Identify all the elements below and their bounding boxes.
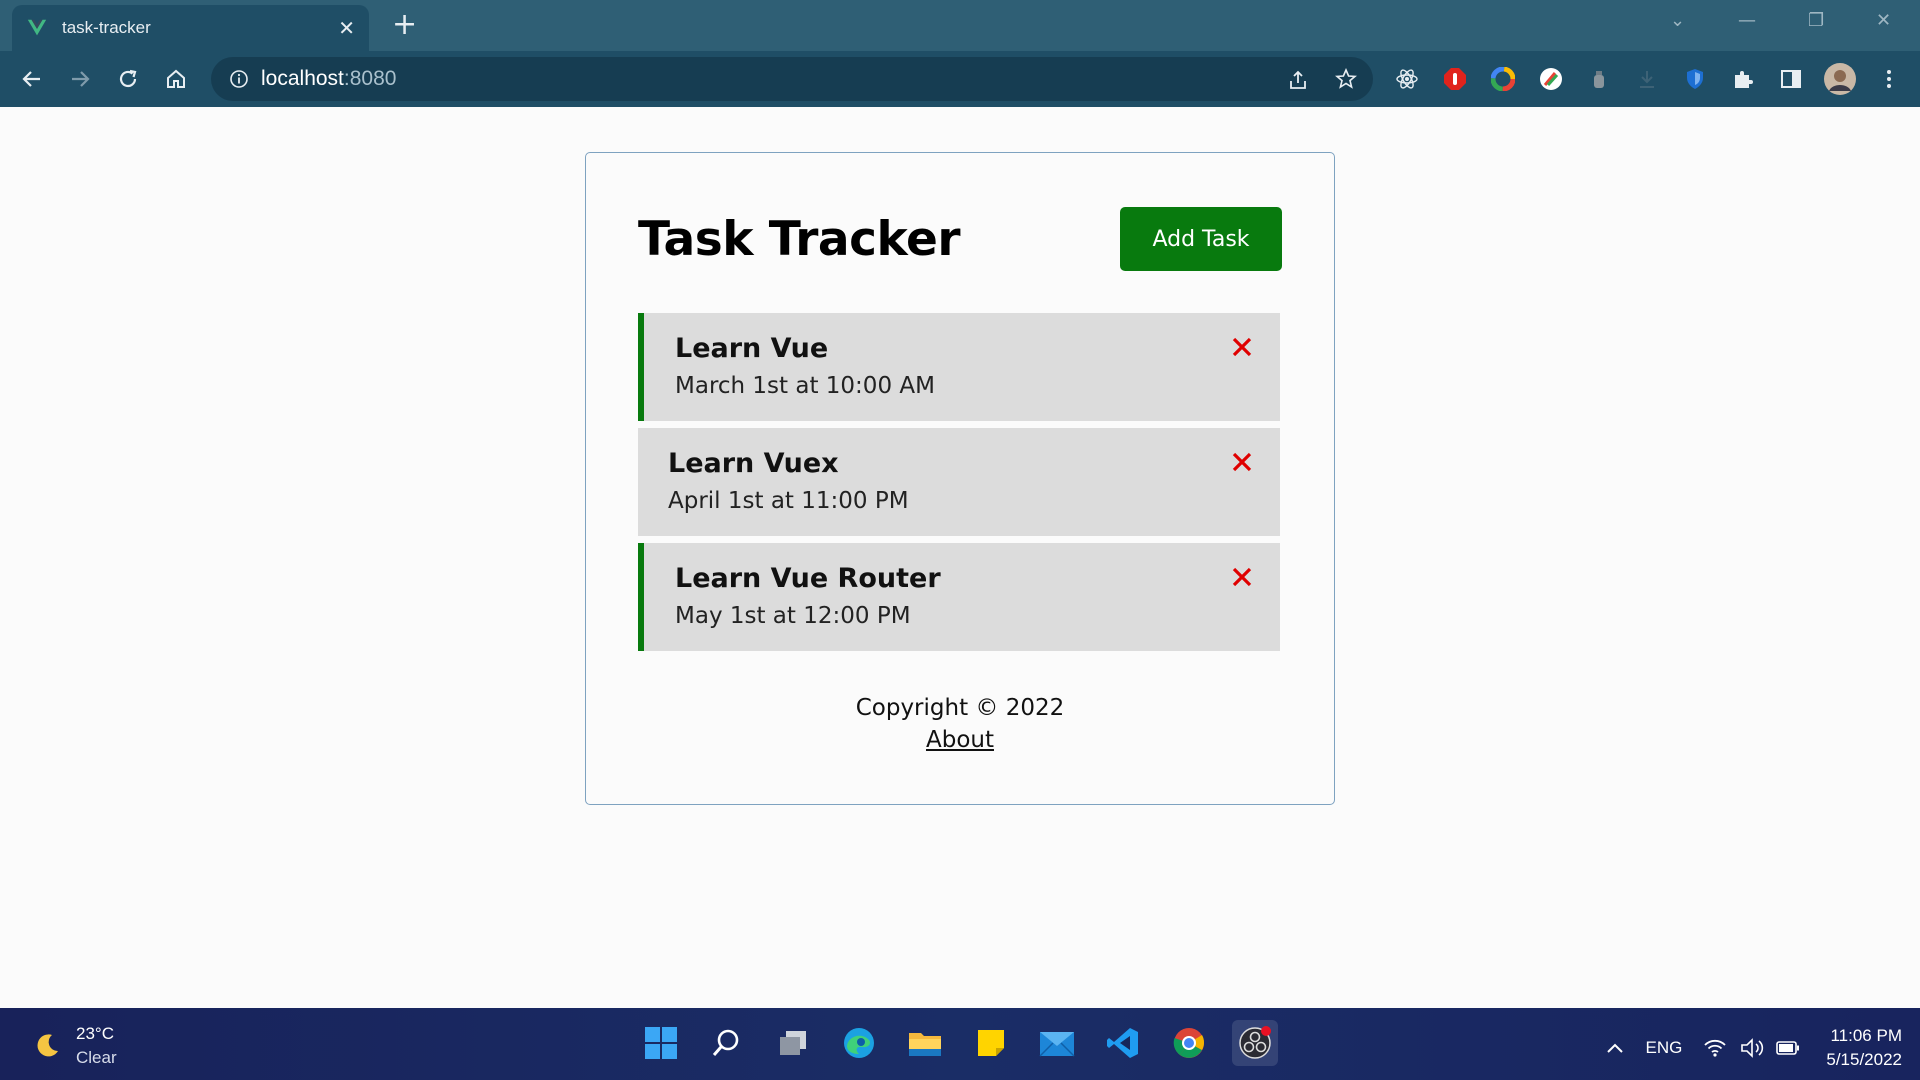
side-panel-icon[interactable] [1778,66,1804,92]
address-bar[interactable]: localhost:8080 [211,57,1373,101]
home-icon[interactable] [162,65,190,93]
reload-icon[interactable] [114,65,142,93]
add-task-button[interactable]: Add Task [1120,207,1282,271]
task-day: March 1st at 10:00 AM [675,373,935,399]
react-devtools-icon[interactable] [1394,66,1420,92]
sticky-notes-icon[interactable] [968,1020,1014,1066]
windows-start-icon[interactable] [638,1020,684,1066]
windows-taskbar: 23°C Clear ENG 11:06 PM 5/15/2022 [0,1008,1920,1080]
vue-logo-icon [27,19,47,36]
pen-extension-icon[interactable] [1538,66,1564,92]
search-icon[interactable] [704,1020,750,1066]
adblock-icon[interactable] [1442,66,1468,92]
task-text: Learn Vue [675,333,829,364]
about-link[interactable]: About [926,727,994,753]
task-view-icon[interactable] [770,1020,816,1066]
minimize-icon[interactable]: — [1738,10,1756,31]
edge-browser-icon[interactable] [836,1020,882,1066]
task-day: April 1st at 11:00 PM [668,488,909,514]
task-tracker-container: Task Tracker Add Task Learn Vue March 1s… [585,152,1335,805]
back-icon[interactable] [18,65,46,93]
browser-menu-icon[interactable] [1876,66,1902,92]
taskbar-clock[interactable]: 11:06 PM 5/15/2022 [1826,1024,1902,1072]
copyright-text: Copyright © 2022 [855,695,1065,721]
bottle-extension-icon[interactable] [1586,66,1612,92]
taskbar-apps [638,1020,1278,1066]
shield-icon[interactable] [1682,66,1708,92]
app-header: Task Tracker Add Task [638,207,1282,271]
clock-date: 5/15/2022 [1826,1050,1902,1069]
task-item[interactable]: Learn Vue March 1st at 10:00 AM [638,313,1280,421]
task-text: Learn Vuex [668,448,839,479]
wifi-icon[interactable] [1704,1039,1727,1057]
weather-temp: 23°C [76,1024,114,1043]
vscode-icon[interactable] [1100,1020,1146,1066]
browser-tabstrip: task-tracker ✕ + ⌄ — ❐ ✕ [0,0,1920,51]
tab-close-icon[interactable]: ✕ [338,18,355,38]
battery-icon[interactable] [1776,1041,1800,1055]
profile-avatar[interactable] [1824,63,1856,95]
bookmark-star-icon[interactable] [1335,68,1357,90]
restore-icon[interactable]: ❐ [1808,10,1824,31]
task-item[interactable]: Learn Vuex April 1st at 11:00 PM [638,428,1280,536]
language-indicator[interactable]: ENG [1646,1038,1683,1058]
weather-desc: Clear [76,1048,117,1067]
new-tab-icon[interactable]: + [392,10,417,40]
file-explorer-icon[interactable] [902,1020,948,1066]
obs-recorder-icon[interactable] [1232,1020,1278,1066]
volume-icon[interactable] [1740,1038,1764,1058]
task-item[interactable]: Learn Vue Router May 1st at 12:00 PM [638,543,1280,651]
task-text: Learn Vue Router [675,563,941,594]
share-icon[interactable] [1287,69,1309,91]
browser-toolbar: localhost:8080 [0,51,1920,107]
extensions-puzzle-icon[interactable] [1730,66,1756,92]
forward-icon[interactable] [66,65,94,93]
system-tray: ENG 11:06 PM 5/15/2022 [1606,1024,1902,1072]
download-extension-icon[interactable] [1634,66,1660,92]
site-info-icon[interactable] [229,69,249,89]
url-text: localhost:8080 [261,67,397,90]
task-day: May 1st at 12:00 PM [675,603,911,629]
page-title: Task Tracker [638,211,961,267]
tab-title: task-tracker [62,18,151,37]
color-picker-icon[interactable] [1490,66,1516,92]
clock-time: 11:06 PM [1830,1026,1902,1045]
moon-icon [37,1034,58,1057]
browser-tab[interactable]: task-tracker ✕ [12,5,369,51]
app-footer: Copyright © 2022 About [638,695,1282,753]
chevron-up-icon[interactable] [1606,1042,1624,1054]
delete-task-icon[interactable] [1230,565,1254,589]
tab-search-icon[interactable]: ⌄ [1670,10,1685,31]
window-close-icon[interactable]: ✕ [1876,10,1891,31]
weather-widget[interactable]: 23°C Clear [32,1022,117,1070]
mail-icon[interactable] [1034,1020,1080,1066]
delete-task-icon[interactable] [1230,335,1254,359]
chrome-icon[interactable] [1166,1020,1212,1066]
delete-task-icon[interactable] [1230,450,1254,474]
